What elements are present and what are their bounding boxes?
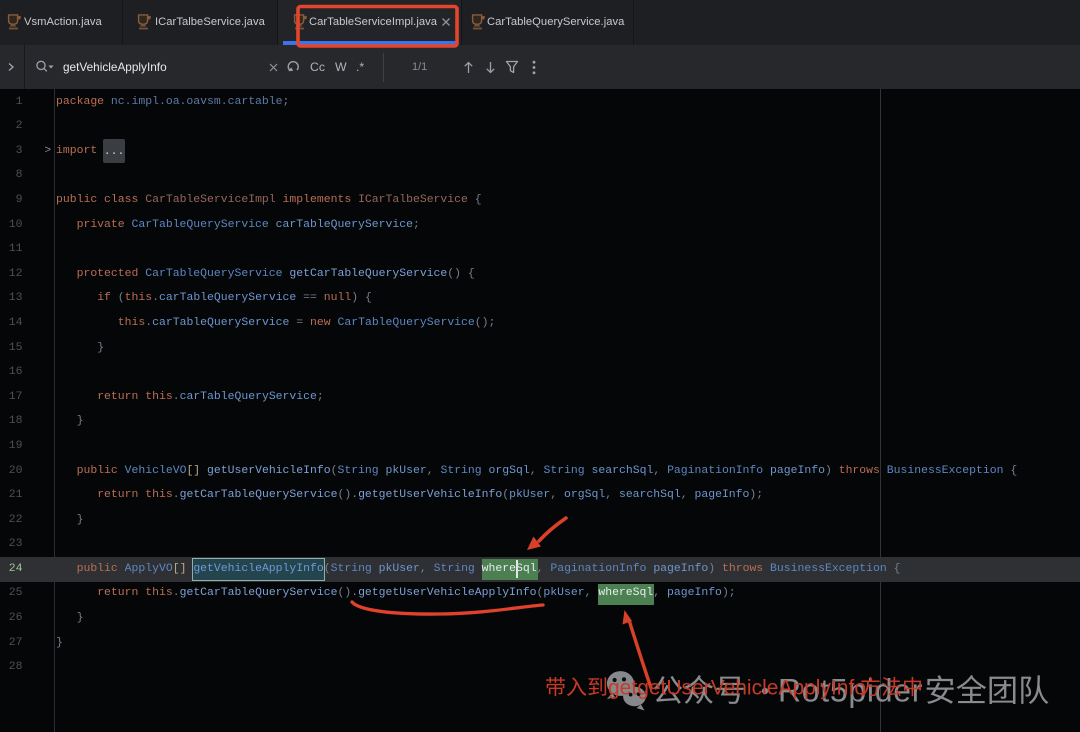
svg-text:getgetUserVehicleApplyInfo: getgetUserVehicleApplyInfo [608, 677, 866, 700]
